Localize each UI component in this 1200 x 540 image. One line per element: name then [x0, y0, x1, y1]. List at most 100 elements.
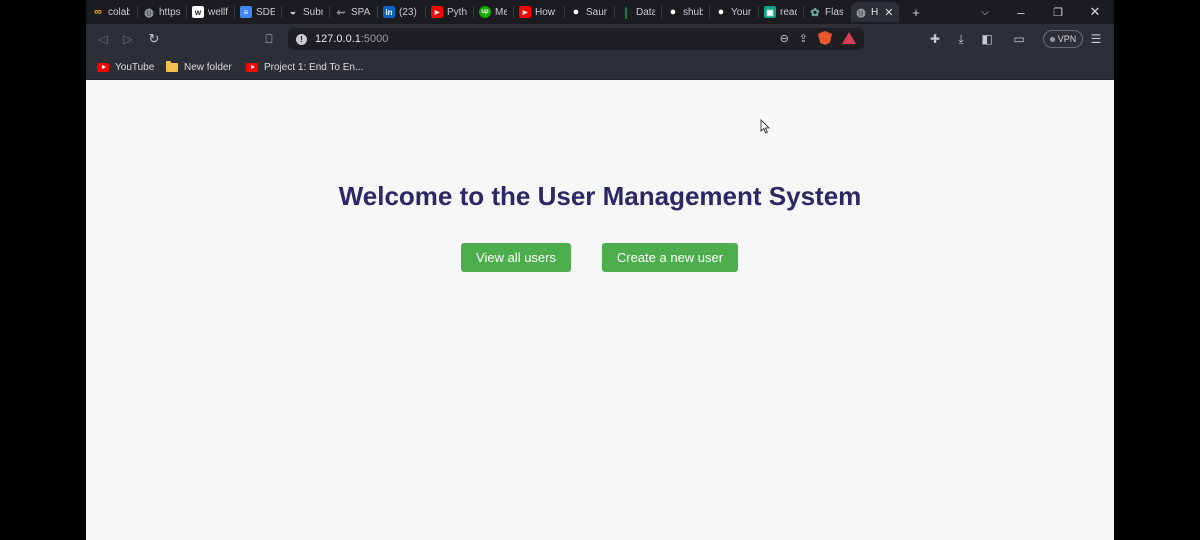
extensions-icon[interactable]: ✚ [926, 30, 944, 48]
tab-4[interactable]: ◒ Subm [283, 2, 327, 22]
url-port: :5000 [360, 33, 389, 45]
tab-12[interactable]: ● shub [663, 2, 707, 22]
docs-icon: ≡ [240, 6, 252, 18]
tab-strip: ∞colab◍httpswwellfo≡SDE I◒Subm⇜SPARin(23… [86, 0, 1114, 24]
page-content: Welcome to the User Management System Vi… [86, 80, 1114, 540]
tab-3[interactable]: ≡ SDE I [236, 2, 279, 22]
vpn-status-icon [1049, 36, 1055, 42]
tab-separator [425, 6, 426, 18]
share-icon[interactable]: ⇪ [799, 32, 808, 45]
github-icon: ● [717, 6, 725, 18]
tab-separator [564, 6, 565, 18]
new-tab-button[interactable]: + [906, 2, 926, 22]
forward-icon[interactable]: ▷ [119, 30, 137, 48]
github-icon: ● [669, 6, 677, 18]
bookmark-label: Project 1: End To En... [264, 61, 364, 73]
bookmark-label: New folder [184, 61, 232, 73]
github-icon: ● [572, 6, 580, 18]
browser-window: ∞colab◍httpswwellfo≡SDE I◒Subm⇜SPARin(23… [86, 0, 1114, 540]
toolbar: ◁ ▷ ↻ ⎕ ! 127.0.0.1:5000 ⊖ ⇪ ✚ ⤓ ◧ ▭ VPN… [86, 24, 1114, 54]
colab-icon: ∞ [94, 6, 102, 18]
tab-10[interactable]: ● Saur [566, 2, 612, 22]
tab-label: Subm [303, 6, 323, 18]
tab-search-chevron-icon[interactable]: ⌵ [975, 2, 995, 22]
w-icon: w [192, 6, 204, 18]
minimize-icon[interactable]: – [1011, 2, 1031, 22]
tab-separator [709, 6, 710, 18]
wallet-icon[interactable]: ▭ [1010, 30, 1028, 48]
back-icon[interactable]: ◁ [94, 30, 112, 48]
tab-6[interactable]: in (23) I [379, 2, 423, 22]
youtube-icon [246, 62, 258, 72]
page-title: Welcome to the User Management System [338, 181, 862, 211]
restore-icon[interactable]: ❐ [1048, 2, 1068, 22]
view-all-users-button[interactable]: View all users [461, 243, 571, 272]
linkedin-icon: in [383, 6, 395, 18]
tab-separator [803, 6, 804, 18]
mouse-cursor-icon [760, 119, 770, 134]
tab-separator [329, 6, 330, 18]
globe-icon: ◍ [856, 6, 866, 19]
bookmarks-bar: YouTube New folder Project 1: End To En.… [86, 54, 1114, 80]
tab-16[interactable]: ◍ H ✕ [851, 2, 899, 22]
tab-label: Flask [825, 6, 843, 18]
reload-icon[interactable]: ↻ [145, 30, 163, 48]
tab-label: colab [108, 6, 130, 18]
tab-separator [758, 6, 759, 18]
tab-separator [281, 6, 282, 18]
brave-rewards-icon[interactable] [842, 32, 856, 44]
tab-1[interactable]: ◍ https [139, 2, 184, 22]
create-user-button[interactable]: Create a new user [602, 243, 738, 272]
tab-label: https [159, 6, 180, 18]
bookmark-project-1[interactable]: Project 1: End To En... [246, 59, 363, 75]
openai-icon: ✿ [810, 6, 820, 19]
tab-label: shub [683, 6, 703, 18]
tab-separator [137, 6, 138, 18]
submit-icon: ◒ [289, 6, 297, 18]
tab-label: Pytho [447, 6, 467, 18]
tab-14[interactable]: ▣ readr [760, 2, 801, 22]
spark-icon: ⇜ [336, 6, 346, 19]
upwork-icon: up [479, 6, 491, 18]
tab-15[interactable]: ✿ Flask [805, 2, 847, 22]
readme-icon: ▣ [764, 6, 776, 18]
tab-7[interactable]: ▶ Pytho [427, 2, 471, 22]
tab-0[interactable]: ∞ colab [88, 2, 134, 22]
tab-label: H [871, 6, 879, 18]
tab-separator [661, 6, 662, 18]
brave-shields-icon[interactable] [818, 31, 832, 45]
youtube-icon: ▶ [431, 6, 443, 18]
site-info-icon[interactable]: ! [296, 33, 307, 45]
tab-label: SPAR [351, 6, 371, 18]
tab-13[interactable]: ● Your [711, 2, 756, 22]
tab-11[interactable]: ❘ Data [616, 2, 659, 22]
tab-9[interactable]: ▶ How [515, 2, 561, 22]
tab-label: Data [636, 6, 655, 18]
folder-icon [166, 60, 178, 72]
tab-label: Saur [586, 6, 608, 18]
tab-2[interactable]: wwellfo [188, 2, 232, 22]
bookmark-youtube[interactable]: YouTube [97, 59, 154, 75]
url-host: 127.0.0.1 [315, 33, 361, 45]
vpn-label: VPN [1057, 34, 1077, 44]
tab-separator [234, 6, 235, 18]
menu-icon[interactable]: ☰ [1087, 30, 1105, 48]
tab-8[interactable]: up Mess [475, 2, 511, 22]
tab-label: SDE I [256, 6, 275, 18]
vpn-button[interactable]: VPN [1043, 30, 1083, 48]
sidebar-icon[interactable]: ◧ [978, 30, 996, 48]
tab-separator [513, 6, 514, 18]
downloads-icon[interactable]: ⤓ [952, 30, 970, 48]
tab-5[interactable]: ⇜ SPAR [331, 2, 375, 22]
tab-label: readr [780, 6, 797, 18]
tab-separator [473, 6, 474, 18]
bookmark-label: YouTube [115, 61, 155, 73]
zoom-icon[interactable]: ⊖ [780, 32, 789, 45]
address-bar[interactable]: ! 127.0.0.1:5000 ⊖ ⇪ [288, 28, 864, 50]
close-tab-icon[interactable]: ✕ [884, 6, 893, 19]
tab-separator [377, 6, 378, 18]
youtube-icon [97, 62, 109, 72]
close-window-icon[interactable]: ✕ [1085, 2, 1105, 22]
bookmark-icon[interactable]: ⎕ [260, 30, 278, 48]
bookmark-new-folder[interactable]: New folder [166, 59, 232, 75]
